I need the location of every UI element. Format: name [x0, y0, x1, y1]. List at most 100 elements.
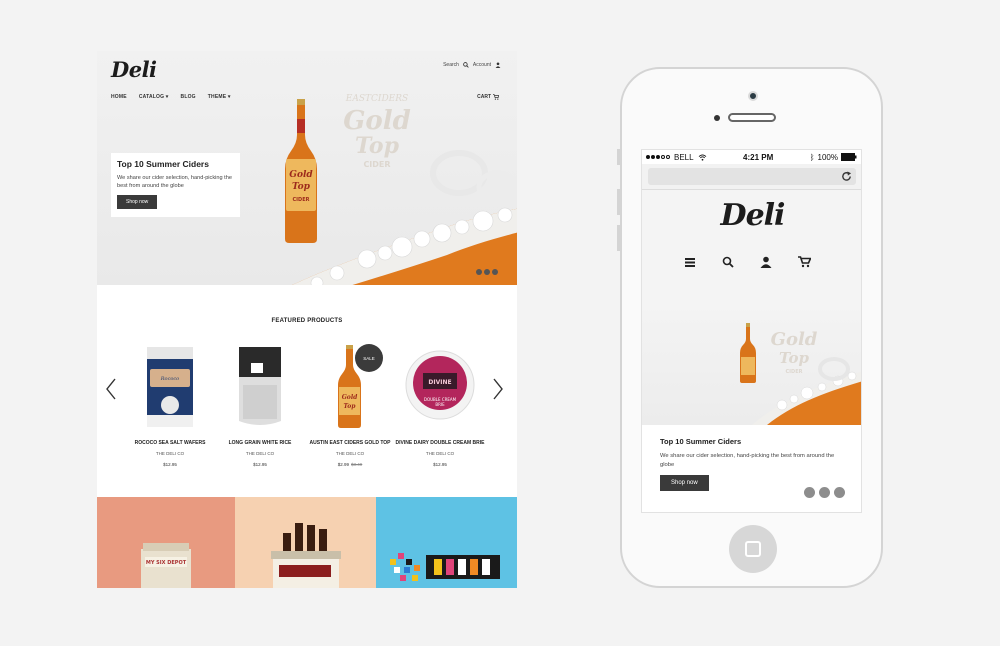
- chevron-down-icon: ▾: [165, 94, 169, 100]
- desktop-mockup: Deli Search Account HOME CATALOG ▾ BLOG …: [97, 51, 517, 588]
- shop-now-button[interactable]: Shop now: [117, 195, 158, 209]
- mobile-site-logo[interactable]: Deli: [642, 198, 861, 233]
- volume-up-button: [617, 189, 620, 215]
- collection-tile-candy[interactable]: [376, 497, 517, 588]
- beer-six-pack-image: [271, 523, 341, 588]
- product-price: $12.95: [163, 462, 177, 467]
- cart-icon: [493, 94, 499, 100]
- browser-address-bar: [642, 164, 861, 190]
- battery-icon: [841, 153, 857, 161]
- collection-tile-tea[interactable]: MY SIX DEPOT: [97, 497, 235, 588]
- account-link[interactable]: Account: [473, 62, 491, 68]
- product-price: $12.95: [433, 462, 447, 467]
- svg-text:BRIE: BRIE: [435, 402, 445, 407]
- svg-text:Gold: Gold: [342, 394, 358, 401]
- url-field[interactable]: [648, 168, 856, 185]
- nav-theme[interactable]: THEME ▾: [208, 94, 231, 100]
- nav-home[interactable]: HOME: [111, 94, 127, 100]
- carrier-name: BELL: [674, 152, 694, 162]
- collection-tile-beer[interactable]: [235, 497, 376, 588]
- svg-text:MY SIX DEPOT: MY SIX DEPOT: [146, 560, 187, 566]
- slide-dot[interactable]: [819, 487, 830, 498]
- hero-promo-card: Top 10 Summer Ciders We share our cider …: [111, 153, 240, 217]
- mobile-promo-card: Top 10 Summer Ciders We share our cider …: [642, 425, 861, 512]
- product-name[interactable]: ROCOCO SEA SALT WAFERS: [125, 440, 215, 446]
- front-camera: [748, 91, 758, 101]
- licorice-candy-image: [390, 553, 500, 581]
- chevron-down-icon: ▾: [227, 94, 231, 100]
- slider-dots: [476, 269, 498, 275]
- nav-theme-label: THEME: [207, 94, 227, 100]
- mobile-slider-dots: [804, 487, 845, 498]
- chevron-left-icon[interactable]: [104, 377, 118, 401]
- user-icon[interactable]: [495, 62, 501, 68]
- search-icon[interactable]: [722, 256, 734, 268]
- double-cream-brie-image: DIVINE DOUBLE CREAM BRIE: [405, 350, 475, 420]
- search-icon[interactable]: [463, 62, 469, 68]
- phone-screen: BELL 4:21 PM ᛒ 100% Deli Gold Top CIDER …: [641, 149, 862, 513]
- status-bar: BELL 4:21 PM ᛒ 100%: [642, 150, 861, 164]
- cider-bottle-image: Gold Top CIDER: [285, 99, 317, 243]
- mobile-hero-image: Gold Top CIDER: [642, 301, 861, 425]
- svg-text:CIDER: CIDER: [293, 197, 310, 203]
- white-rice-image: [239, 347, 281, 425]
- product-name[interactable]: AUSTIN EAST CIDERS GOLD TOP: [305, 440, 395, 446]
- product-price: $12.95: [253, 462, 267, 467]
- tea-tin-image: MY SIX DEPOT: [141, 543, 191, 588]
- mobile-hero-title: Top 10 Summer Ciders: [660, 437, 742, 446]
- earpiece-speaker: [728, 113, 776, 122]
- menu-icon[interactable]: [684, 256, 696, 268]
- wifi-icon: [698, 153, 706, 161]
- site-logo[interactable]: Deli: [111, 57, 157, 82]
- chevron-right-icon[interactable]: [491, 377, 505, 401]
- original-price: $3.49: [351, 462, 363, 467]
- product-card[interactable]: Rococo ROCOCO SEA SALT WAFERS THE DELI C…: [125, 345, 215, 467]
- svg-text:CIDER: CIDER: [786, 369, 803, 375]
- nav-blog[interactable]: BLOG: [181, 94, 196, 100]
- svg-text:DIVINE: DIVINE: [428, 379, 451, 386]
- svg-text:Top: Top: [344, 403, 357, 410]
- slide-dot[interactable]: [484, 269, 490, 275]
- svg-text:Gold: Gold: [343, 106, 411, 136]
- sale-price: $2.99: [337, 462, 349, 467]
- search-link[interactable]: Search: [443, 62, 459, 68]
- product-name[interactable]: DIVINE DAIRY DOUBLE CREAM BRIE: [395, 440, 485, 446]
- user-icon[interactable]: [760, 256, 772, 268]
- svg-text:Gold: Gold: [771, 329, 818, 350]
- slide-dot[interactable]: [492, 269, 498, 275]
- mute-switch: [617, 149, 620, 165]
- featured-heading: FEATURED PRODUCTS: [271, 318, 343, 324]
- top-links: Search Account: [443, 62, 501, 68]
- mobile-shop-now-button[interactable]: Shop now: [660, 475, 709, 491]
- slide-dot[interactable]: [804, 487, 815, 498]
- nav-catalog[interactable]: CATALOG ▾: [139, 94, 169, 100]
- cart-icon[interactable]: [798, 256, 811, 268]
- product-name[interactable]: LONG GRAIN WHITE RICE: [215, 440, 305, 446]
- sea-salt-wafers-image: Rococo: [147, 347, 193, 427]
- home-button[interactable]: [729, 525, 777, 573]
- slide-dot[interactable]: [476, 269, 482, 275]
- product-vendor: THE DELI CO: [155, 451, 185, 456]
- phone-mockup: BELL 4:21 PM ᛒ 100% Deli Gold Top CIDER …: [617, 67, 883, 588]
- main-nav: HOME CATALOG ▾ BLOG THEME ▾: [111, 94, 231, 100]
- battery-percent: 100%: [817, 152, 838, 162]
- product-card[interactable]: Gold Top SALE AUSTIN EAST CIDERS GOLD TO…: [305, 344, 395, 467]
- volume-down-button: [617, 225, 620, 251]
- svg-text:Gold: Gold: [289, 170, 313, 180]
- product-card[interactable]: DIVINE DOUBLE CREAM BRIE DIVINE DAIRY DO…: [395, 345, 485, 467]
- bluetooth-icon: ᛒ: [809, 152, 815, 162]
- reload-icon[interactable]: [841, 171, 852, 182]
- product-card[interactable]: LONG GRAIN WHITE RICE THE DELI CO $12.95: [215, 345, 305, 467]
- slide-dot[interactable]: [834, 487, 845, 498]
- sale-badge: SALE: [355, 344, 383, 372]
- svg-text:Rococo: Rococo: [160, 376, 179, 382]
- cart-label: CART: [477, 94, 491, 100]
- cider-hero-image: Gold Top CIDER: [740, 323, 861, 425]
- hero-description: We share our cider selection, hand-picki…: [117, 175, 232, 189]
- cart-link[interactable]: CART: [477, 94, 499, 100]
- signal-strength: BELL: [646, 153, 707, 162]
- status-time: 4:21 PM: [743, 152, 774, 162]
- product-price: $2.99 $3.49: [305, 462, 395, 467]
- product-vendor: THE DELI CO: [245, 451, 275, 456]
- product-vendor: THE DELI CO: [425, 451, 455, 456]
